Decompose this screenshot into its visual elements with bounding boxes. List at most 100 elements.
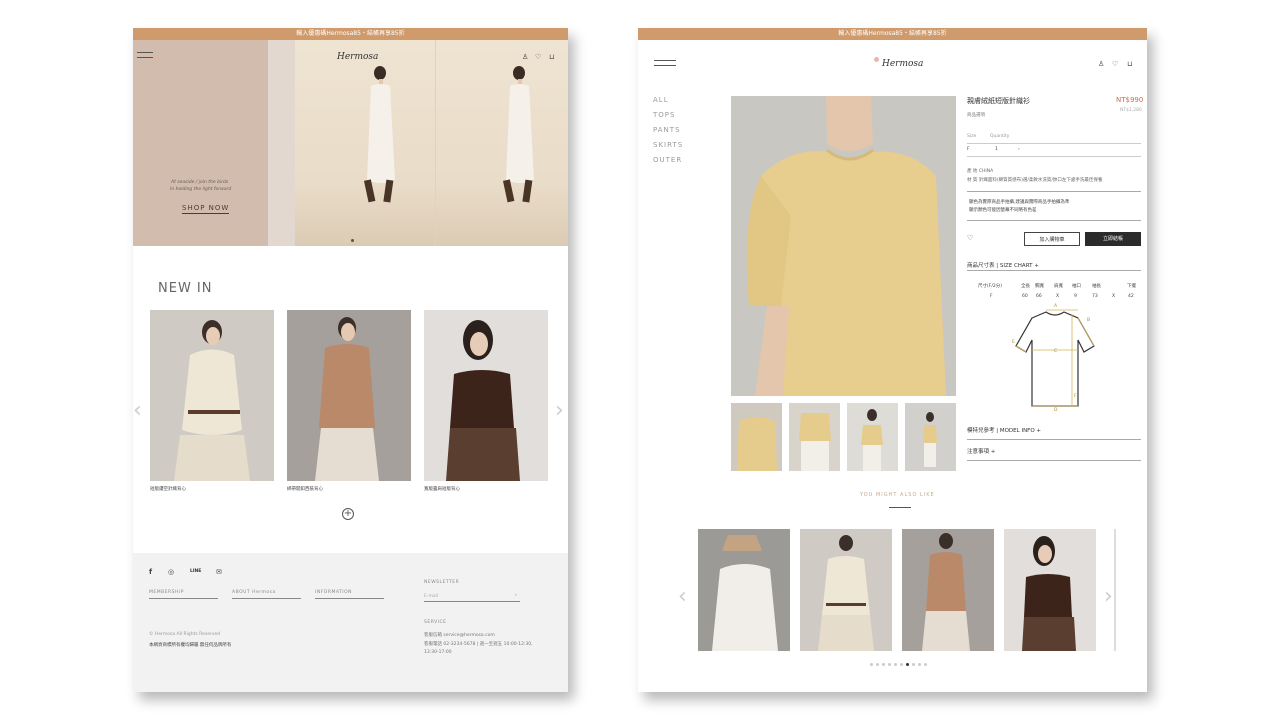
info-divider xyxy=(967,191,1141,192)
footer-menu-about-line xyxy=(232,598,301,599)
brand-logo[interactable]: Hermosa xyxy=(337,52,378,62)
announcement-bar[interactable]: 輸入優惠碼Hermosa85・結帳再享85折 xyxy=(638,28,1147,40)
cart-icon[interactable]: ⊔ xyxy=(1127,60,1132,68)
product-subtitle: 商品選項 xyxy=(967,113,985,118)
recommend-item-2-illustration xyxy=(800,529,892,651)
cart-icon[interactable]: ⊔ xyxy=(549,53,554,61)
add-to-cart-button[interactable]: 加入購物車 xyxy=(1024,232,1080,246)
quantity-chevron-icon[interactable]: › xyxy=(1018,147,1020,152)
size-diagram-label-f: F xyxy=(1074,394,1077,399)
recommend-dot-8[interactable] xyxy=(912,663,915,666)
thumbnail-1[interactable] xyxy=(731,403,782,471)
recommend-item-4[interactable] xyxy=(1004,529,1096,651)
thumbnail-3[interactable] xyxy=(847,403,898,471)
thumbnail-4[interactable] xyxy=(905,403,956,471)
product-card-image-3[interactable] xyxy=(424,310,548,481)
footer-menu-about[interactable]: ABOUT Hermosa xyxy=(232,590,276,595)
carousel-prev-arrow[interactable]: ‹ xyxy=(133,398,142,423)
hero-banner-image[interactable] xyxy=(295,40,568,246)
recommend-dot-7-active[interactable] xyxy=(906,663,909,666)
recommend-dot-2[interactable] xyxy=(876,663,879,666)
nav-all[interactable]: ALL xyxy=(653,96,669,104)
recommend-dot-4[interactable] xyxy=(888,663,891,666)
hero-dot-1[interactable] xyxy=(345,239,348,242)
mail-icon[interactable]: ✉ xyxy=(216,568,222,576)
product-name-2[interactable]: 綁帶開釦西裝背心 xyxy=(287,486,323,492)
notice-toggle[interactable]: 注意事項 + xyxy=(967,447,995,455)
announcement-bar[interactable]: 輸入優惠碼Hermosa85・結帳再享85折 xyxy=(133,28,568,40)
size-table-cell-5: 73 xyxy=(1092,294,1098,299)
size-select[interactable]: F xyxy=(967,147,970,152)
thumbnail-2[interactable] xyxy=(789,403,840,471)
product-main-illustration xyxy=(731,96,956,396)
recommend-next-arrow[interactable]: › xyxy=(1104,584,1113,609)
size-diagram-label-c: C xyxy=(1054,349,1058,354)
menu-icon[interactable] xyxy=(654,60,676,66)
buy-now-button[interactable]: 立即結帳 xyxy=(1085,232,1141,246)
account-icon[interactable]: ♙ xyxy=(1098,60,1104,68)
product-card-image-1[interactable] xyxy=(150,310,274,481)
instagram-icon[interactable]: ◎ xyxy=(168,568,174,576)
wishlist-heart-icon[interactable]: ♡ xyxy=(967,234,973,242)
nav-tops[interactable]: TOPS xyxy=(653,111,675,119)
nav-outer[interactable]: OUTER xyxy=(653,156,682,164)
wishlist-icon[interactable]: ♡ xyxy=(535,53,541,61)
brand-logo[interactable]: Hermosa xyxy=(882,59,923,69)
product-main-image[interactable] xyxy=(731,96,956,396)
size-table-header-6: 下擺 xyxy=(1127,284,1136,289)
newsletter-title: NEWSLETTER xyxy=(424,580,460,585)
hero-dot-2[interactable] xyxy=(351,239,354,242)
size-diagram-label-d: D xyxy=(1054,408,1058,413)
origin-info: 產 地 CHINA xyxy=(967,169,994,174)
hero-text-panel xyxy=(133,40,268,246)
carousel-next-arrow[interactable]: › xyxy=(555,398,564,423)
size-qty-divider xyxy=(967,143,1141,144)
size-table-cell-3: X xyxy=(1056,294,1060,299)
size-table-header-1: 全長 xyxy=(1021,284,1030,289)
product-name-1[interactable]: 短版鏤空針織背心 xyxy=(150,486,186,492)
product-name-3[interactable]: 寬版露肩短版背心 xyxy=(424,486,460,492)
also-like-underline xyxy=(889,507,911,508)
recommend-dot-1[interactable] xyxy=(870,663,873,666)
size-chart-divider xyxy=(967,270,1141,271)
product-3-illustration xyxy=(424,310,548,481)
recommend-item-1[interactable] xyxy=(698,529,790,651)
recommend-dot-3[interactable] xyxy=(882,663,885,666)
recommend-dot-6[interactable] xyxy=(900,663,903,666)
hero-tagline-1: At seaside / join the birds xyxy=(171,180,229,185)
size-table-cell-1: 60 xyxy=(1022,294,1028,299)
notice-divider xyxy=(967,460,1141,461)
size-table-header-4: 袖長 xyxy=(1092,284,1101,289)
facebook-icon[interactable]: f xyxy=(149,568,152,576)
newsletter-submit-icon[interactable]: › xyxy=(515,593,517,598)
newsletter-email-input[interactable]: E-mail xyxy=(424,594,438,599)
recommend-item-3-illustration xyxy=(902,529,994,651)
product-card-image-2[interactable] xyxy=(287,310,411,481)
size-chart-toggle[interactable]: 商品尺寸表 | SIZE CHART + xyxy=(967,261,1039,269)
footer-menu-information[interactable]: INFORMATION xyxy=(315,590,352,595)
wishlist-icon[interactable]: ♡ xyxy=(1112,60,1118,68)
load-more-icon[interactable]: + xyxy=(342,508,354,520)
model-info-toggle[interactable]: 模特兒參考 | MODEL INFO + xyxy=(967,426,1041,434)
size-table-header-0: 尺寸(F/2分) xyxy=(978,284,1002,289)
service-email[interactable]: 客服信箱 service@hermosa.com xyxy=(424,632,495,638)
nav-pants[interactable]: PANTS xyxy=(653,126,681,134)
nav-skirts[interactable]: SKIRTS xyxy=(653,141,683,149)
size-row-divider xyxy=(967,156,1141,157)
footer-menu-membership[interactable]: MEMBERSHIP xyxy=(149,590,184,595)
footer-menu-membership-line xyxy=(149,598,218,599)
account-icon[interactable]: ♙ xyxy=(522,53,528,61)
shop-now-button[interactable]: SHOP NOW xyxy=(182,204,230,214)
recommend-item-3[interactable] xyxy=(902,529,994,651)
quantity-stepper[interactable]: 1 xyxy=(995,147,998,152)
recommend-dot-10[interactable] xyxy=(924,663,927,666)
recommend-prev-arrow[interactable]: ‹ xyxy=(678,584,687,609)
recommend-dot-9[interactable] xyxy=(918,663,921,666)
section-title-new-in: NEW IN xyxy=(158,281,213,296)
recommend-item-2[interactable] xyxy=(800,529,892,651)
you-might-also-like-title: YOU MIGHT ALSO LIKE xyxy=(860,492,935,498)
menu-icon[interactable] xyxy=(137,52,153,58)
recommend-dot-5[interactable] xyxy=(894,663,897,666)
line-icon[interactable]: LINE xyxy=(190,569,201,574)
recommend-partial-item xyxy=(1114,529,1116,651)
